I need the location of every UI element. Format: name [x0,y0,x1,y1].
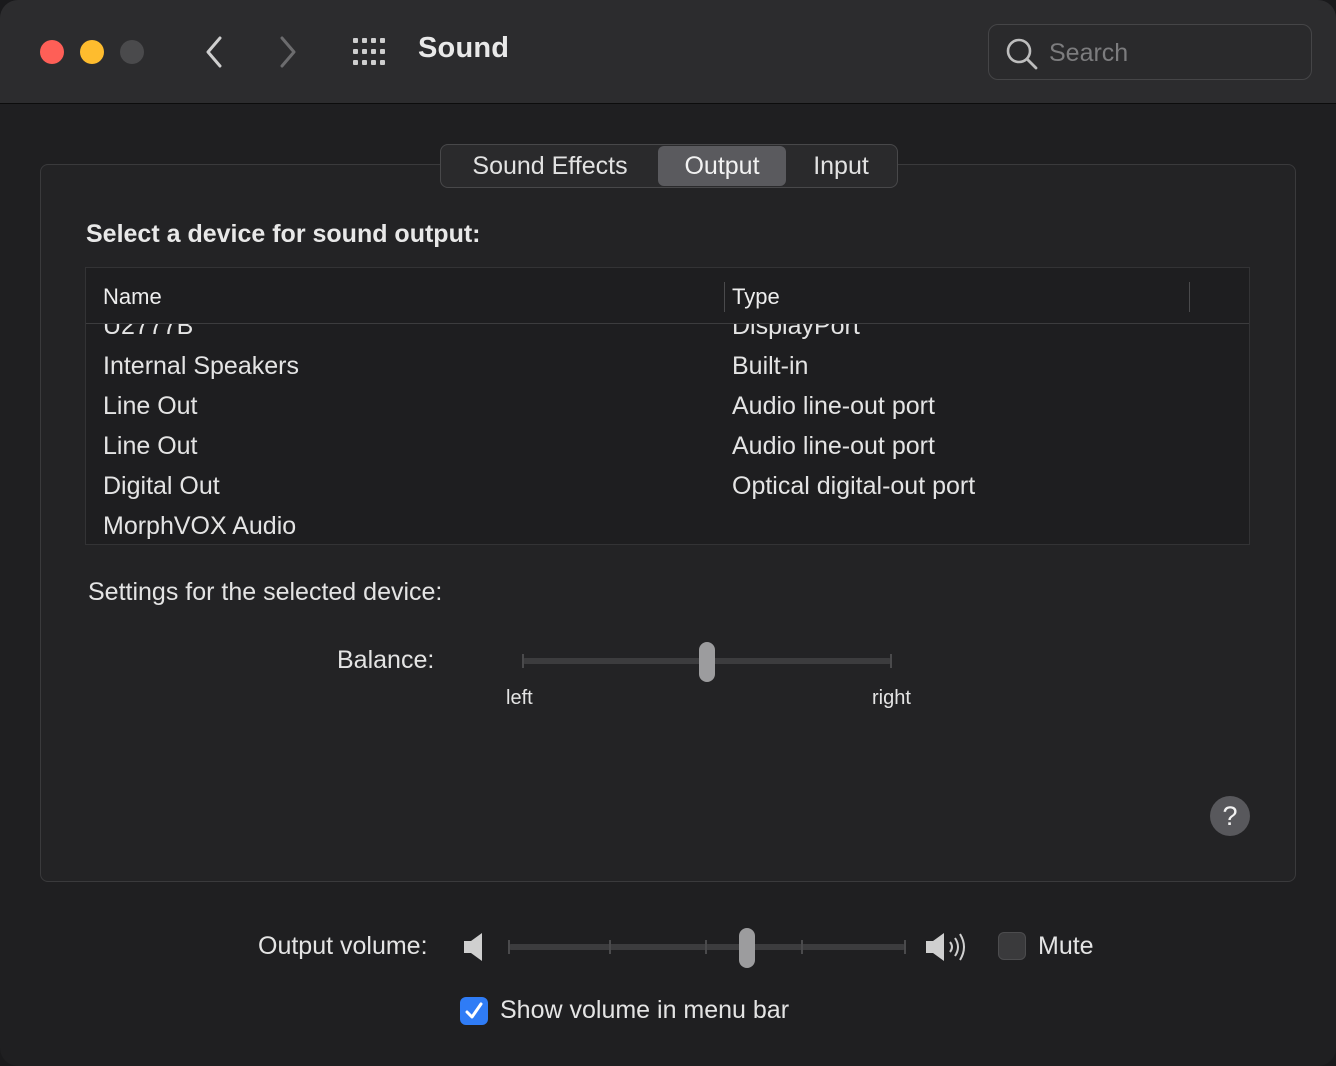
show-volume-checkbox[interactable] [460,997,488,1025]
search-icon [1006,38,1038,70]
speaker-low-icon [464,933,482,961]
tab-bar: Sound Effects Output Input [440,144,898,188]
device-name: Digital Out [103,472,220,500]
checkmark-icon [465,1002,483,1019]
balance-right-label: right [872,687,911,709]
chevron-left-icon [206,36,222,68]
output-volume-knob[interactable] [738,928,755,968]
slider-tick [890,654,892,668]
output-device-table[interactable]: Name Type U2777B DisplayPort Internal Sp… [85,267,1250,545]
device-type: Audio line-out port [732,392,935,420]
slider-tick [705,940,707,954]
mute-label: Mute [1038,932,1094,960]
window-title: Sound [418,32,510,64]
mute-checkbox[interactable] [998,932,1026,960]
tab-output[interactable]: Output [658,146,786,186]
column-divider [1189,282,1190,312]
device-name: Line Out [103,432,198,460]
slider-tick [904,940,906,954]
zoom-button[interactable] [120,40,144,64]
grid-icon [353,38,385,65]
back-button[interactable] [194,32,234,72]
device-name: MorphVOX Audio [103,512,297,540]
table-row[interactable]: Digital Out Optical digital-out port [86,466,1249,506]
show-all-button[interactable] [350,34,390,70]
close-button[interactable] [40,40,64,64]
balance-label: Balance: [337,646,435,674]
table-row[interactable]: Line Out Audio line-out port [86,426,1249,466]
title-bar: Sound [0,0,1336,104]
forward-button[interactable] [268,32,308,72]
device-type: Optical digital-out port [732,472,976,500]
balance-slider-knob[interactable] [699,642,715,682]
show-volume-label: Show volume in menu bar [500,996,790,1024]
search-input[interactable] [1049,35,1299,71]
settings-label: Settings for the selected device: [88,578,443,606]
table-body: U2777B DisplayPort Internal Speakers Bui… [86,306,1249,544]
slider-tick [522,654,524,668]
speaker-high-icon [926,933,965,961]
balance-left-label: left [506,687,533,709]
device-type: Audio line-out port [732,432,935,460]
search-field[interactable] [988,24,1312,80]
device-name: Internal Speakers [103,352,299,380]
device-type: Built-in [732,352,809,380]
table-header: Name Type [86,268,1249,324]
tab-input[interactable]: Input [786,146,896,186]
table-row[interactable]: Line Out Audio line-out port [86,386,1249,426]
slider-tick [801,940,803,954]
output-volume-label: Output volume: [258,932,428,960]
table-row[interactable]: MorphVOX Audio [86,506,1249,544]
column-header-type[interactable]: Type [732,284,780,310]
tab-sound-effects[interactable]: Sound Effects [442,146,658,186]
table-row[interactable]: Internal Speakers Built-in [86,346,1249,386]
column-header-name[interactable]: Name [103,284,162,310]
device-name: Line Out [103,392,198,420]
minimize-button[interactable] [80,40,104,64]
help-button[interactable]: ? [1210,796,1250,836]
select-device-label: Select a device for sound output: [86,220,481,248]
chevron-right-icon [280,36,296,68]
slider-tick [508,940,510,954]
column-divider [724,282,725,312]
output-volume-slider[interactable] [508,940,906,954]
sound-preferences-window: Sound Sound Effects Output Input Select … [0,0,1336,1066]
slider-tick [609,940,611,954]
